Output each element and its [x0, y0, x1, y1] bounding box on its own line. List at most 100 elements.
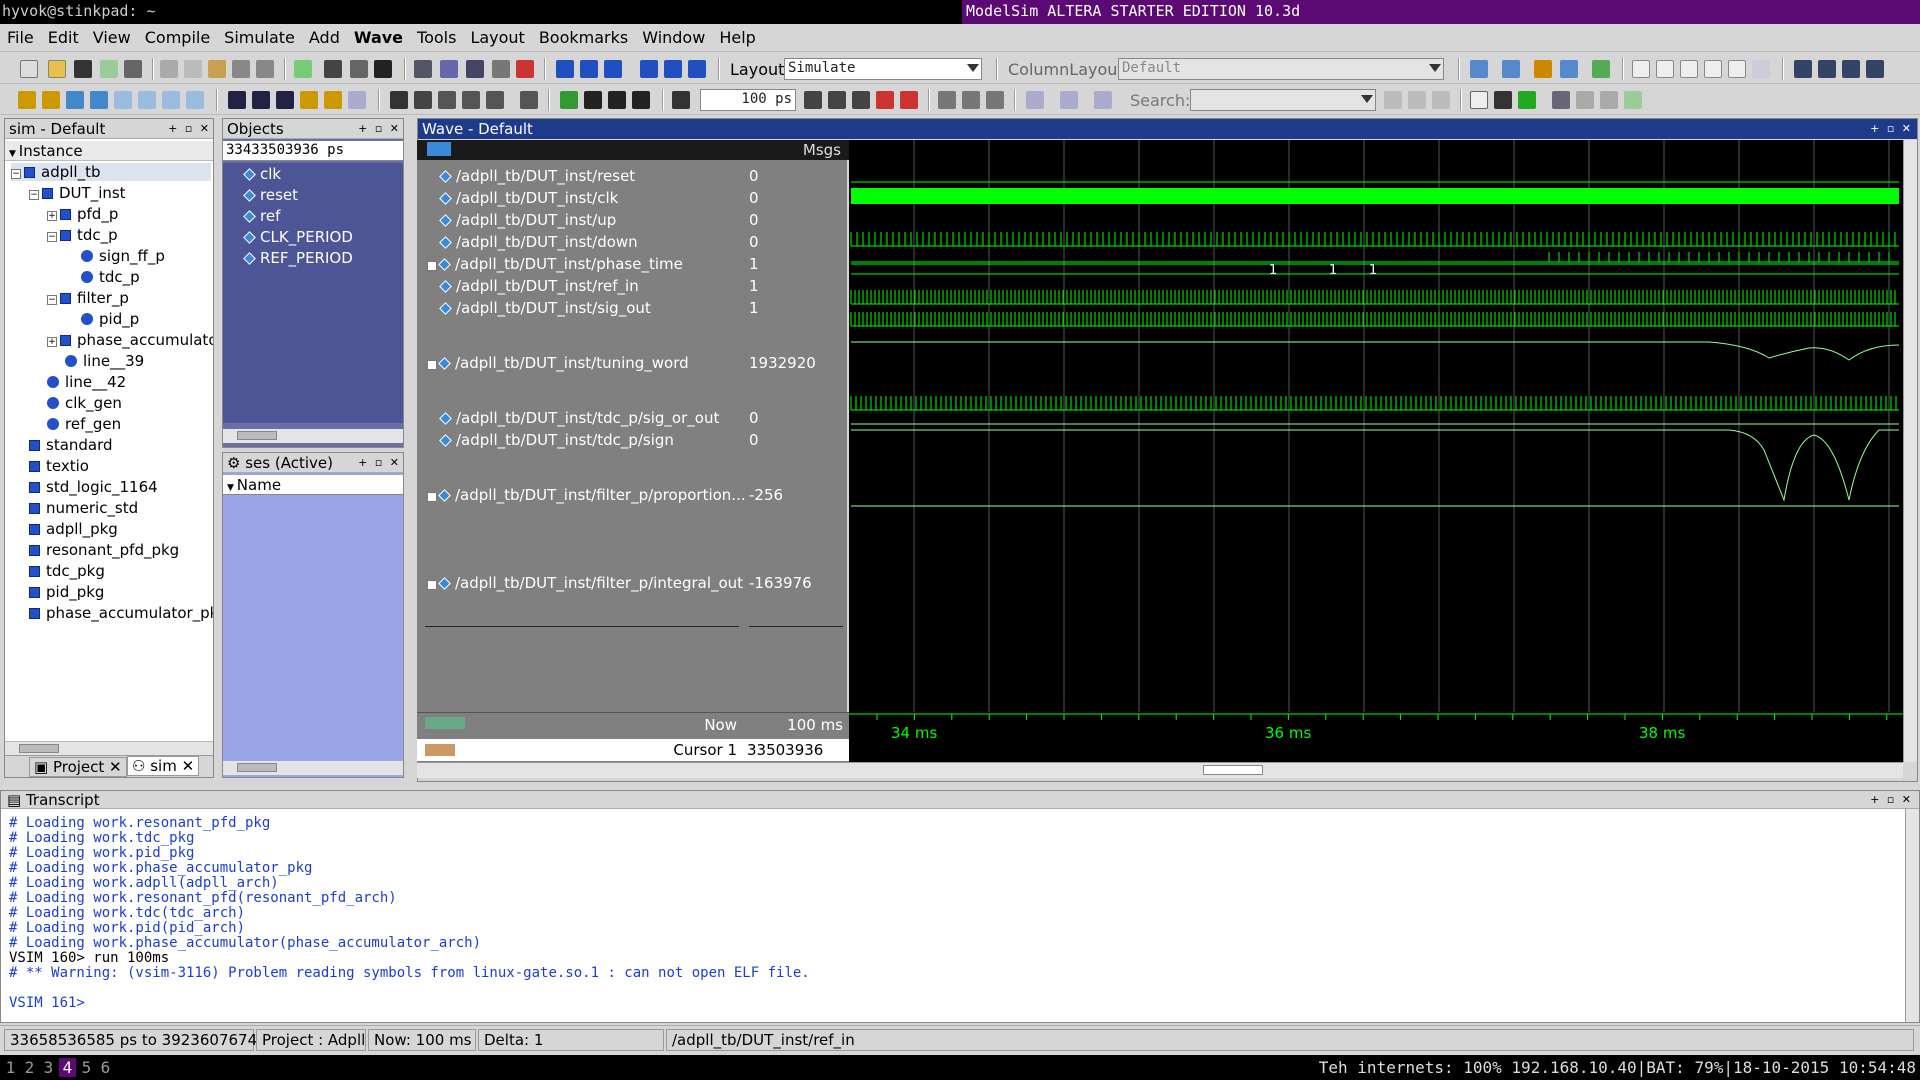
- hand-icon[interactable]: [986, 91, 1004, 109]
- wave-edit-3-icon[interactable]: [66, 91, 84, 109]
- signal-row[interactable]: +/adpll_tb/DUT_inst/tuning_word: [427, 354, 689, 372]
- signal-row[interactable]: +/adpll_tb/DUT_inst/filter_p/proportion.…: [427, 486, 746, 504]
- left-arrow-icon[interactable]: [608, 91, 626, 109]
- layout-select[interactable]: Simulate: [784, 58, 982, 80]
- run-icon[interactable]: [664, 60, 682, 78]
- wave-edit-7-icon[interactable]: [162, 91, 180, 109]
- panel-controls[interactable]: + ▫ ✕: [358, 456, 401, 469]
- tree-item[interactable]: tdc_pkg: [29, 562, 105, 580]
- step-out-icon[interactable]: [604, 60, 622, 78]
- signal-row[interactable]: /adpll_tb/DUT_inst/clk: [439, 189, 618, 207]
- tree-item[interactable]: pid_pkg: [29, 583, 104, 601]
- menu-layout[interactable]: Layout: [463, 24, 531, 51]
- panel-1-icon[interactable]: [1632, 60, 1650, 78]
- zoom-full-icon[interactable]: [276, 91, 294, 109]
- find-transition-icon[interactable]: [520, 91, 538, 109]
- run-icon[interactable]: [804, 91, 822, 109]
- menu-view[interactable]: View: [86, 24, 138, 51]
- wave-toolbar-icon[interactable]: [427, 142, 451, 156]
- wave-view-7-icon[interactable]: [1624, 91, 1642, 109]
- wave-view-6-icon[interactable]: [1600, 91, 1618, 109]
- gear-3-icon[interactable]: [1842, 60, 1860, 78]
- tab-sim[interactable]: ⚇ sim ✕: [127, 756, 200, 776]
- wave-tool-2-icon[interactable]: [440, 60, 458, 78]
- tree-item[interactable]: − filter_p: [47, 289, 129, 307]
- menu-file[interactable]: File: [0, 24, 41, 51]
- step-into-icon[interactable]: [556, 60, 574, 78]
- menu-tools[interactable]: Tools: [410, 24, 463, 51]
- gear-2-icon[interactable]: [1818, 60, 1836, 78]
- object-item[interactable]: REF_PERIOD: [243, 249, 353, 267]
- run-length-icon[interactable]: [672, 91, 690, 109]
- object-item[interactable]: reset: [243, 186, 298, 204]
- tree-item[interactable]: resonant_pfd_pkg: [29, 541, 179, 559]
- edit-mode-icon[interactable]: [438, 91, 456, 109]
- wave-tool-3-icon[interactable]: [466, 60, 484, 78]
- dataflow-icon[interactable]: [462, 91, 480, 109]
- tree-item[interactable]: tdc_p: [81, 268, 140, 286]
- panel-3-icon[interactable]: [1680, 60, 1698, 78]
- bookmark-icon[interactable]: [374, 60, 392, 78]
- processes-hscrollbar[interactable]: [223, 761, 403, 775]
- workspace-1[interactable]: 1: [2, 1058, 19, 1077]
- panel-2-icon[interactable]: [1656, 60, 1674, 78]
- step-over-icon[interactable]: [580, 60, 598, 78]
- menu-wave[interactable]: Wave: [347, 24, 410, 51]
- open-folder-icon[interactable]: [48, 60, 66, 78]
- up-arrow-icon[interactable]: [584, 91, 602, 109]
- wave-view-5-icon[interactable]: [1576, 91, 1594, 109]
- right-arrow-icon[interactable]: [632, 91, 650, 109]
- zoom-cursor-icon[interactable]: [300, 91, 318, 109]
- compile-icon[interactable]: [294, 60, 312, 78]
- search-input[interactable]: [1190, 89, 1376, 111]
- restart-icon[interactable]: [560, 91, 578, 109]
- wave-view-3-icon[interactable]: [1518, 91, 1536, 109]
- search-options-icon[interactable]: [1408, 91, 1426, 109]
- redo-icon[interactable]: [256, 60, 274, 78]
- menu-help[interactable]: Help: [712, 24, 762, 51]
- run-all-icon[interactable]: [852, 91, 870, 109]
- workspace-2[interactable]: 2: [21, 1058, 38, 1077]
- print-icon[interactable]: [124, 60, 142, 78]
- workspace-5[interactable]: 5: [78, 1058, 95, 1077]
- step-icon[interactable]: [938, 91, 956, 109]
- tree-item[interactable]: textio: [29, 457, 89, 475]
- tree-item[interactable]: adpll_pkg: [29, 520, 118, 538]
- signal-row[interactable]: /adpll_tb/DUT_inst/tdc_p/sig_or_out: [439, 409, 719, 427]
- tree-item[interactable]: clk_gen: [47, 394, 122, 412]
- break-icon[interactable]: [876, 91, 894, 109]
- tree-item[interactable]: phase_accumulator_pk: [29, 604, 213, 622]
- gear-icon[interactable]: [1794, 60, 1812, 78]
- search-clear-icon[interactable]: [1432, 91, 1450, 109]
- new-file-icon[interactable]: [20, 60, 38, 78]
- tree-item[interactable]: line__39: [65, 352, 144, 370]
- wave-hscrollbar[interactable]: [417, 762, 1903, 778]
- search-icon[interactable]: [1384, 91, 1402, 109]
- menu-window[interactable]: Window: [635, 24, 712, 51]
- signal-row[interactable]: +/adpll_tb/DUT_inst/phase_time: [427, 255, 683, 273]
- tree-item[interactable]: std_logic_1164: [29, 478, 158, 496]
- tree-item[interactable]: sign_ff_p: [81, 247, 165, 265]
- tree-item[interactable]: − tdc_p: [47, 226, 118, 244]
- tab-project[interactable]: ▣ Project ✕: [29, 757, 127, 777]
- zoom-mode-icon[interactable]: [414, 91, 432, 109]
- find-dir-icon[interactable]: [1094, 91, 1112, 109]
- tree-item[interactable]: ref_gen: [47, 415, 121, 433]
- objects-hscrollbar[interactable]: [223, 429, 403, 443]
- instance-column-header[interactable]: ▼ Instance: [5, 141, 213, 161]
- panel-controls[interactable]: + ▫ ✕: [1870, 793, 1913, 806]
- run-length-input[interactable]: 100 ps: [700, 89, 796, 111]
- processes-column-header[interactable]: ▼ Name: [223, 475, 403, 495]
- wave-edit-5-icon[interactable]: [114, 91, 132, 109]
- find-prev-icon[interactable]: [1026, 91, 1044, 109]
- tree-item[interactable]: line__42: [47, 373, 126, 391]
- wave-vscrollbar[interactable]: [1903, 140, 1917, 762]
- menu-simulate[interactable]: Simulate: [217, 24, 302, 51]
- transcript-vscrollbar[interactable]: [1905, 809, 1919, 1022]
- continue-icon[interactable]: [640, 60, 658, 78]
- menu-compile[interactable]: Compile: [138, 24, 217, 51]
- zoom-last-icon[interactable]: [348, 91, 366, 109]
- zoom-region-icon[interactable]: [324, 91, 342, 109]
- stop-icon[interactable]: [900, 91, 918, 109]
- panel-controls[interactable]: + ▫ ✕: [1870, 122, 1913, 135]
